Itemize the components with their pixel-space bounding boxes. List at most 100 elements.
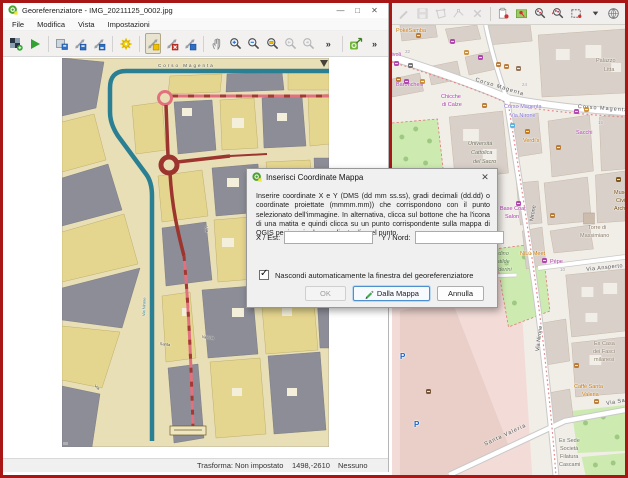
menu-vista[interactable]: Vista [78, 20, 95, 29]
open-raster-button[interactable] [8, 33, 24, 54]
qgis-logo-icon [252, 172, 262, 184]
window-title: Georeferenziatore - IMG_20211125_0002.jp… [22, 6, 173, 15]
load-gcp-points-button[interactable] [72, 33, 88, 54]
georeferencer-statusbar: Trasforma: Non impostato 1498,-2610 Ness… [3, 458, 388, 472]
caret-down-icon [589, 7, 602, 20]
extent-dropdown-button[interactable] [587, 5, 602, 23]
status-rotation: Nessuno [338, 461, 368, 470]
checkbox[interactable]: ✓ [259, 270, 269, 280]
qgis-main-toolbar [392, 3, 625, 25]
extent-select-button[interactable] [569, 5, 584, 23]
toolbar-separator [490, 7, 491, 21]
globe-icon [607, 7, 620, 20]
toolbar-separator [342, 36, 343, 52]
new-gcp-layer-button[interactable] [514, 5, 529, 23]
zoom-out-icon [247, 37, 261, 51]
close-icon[interactable]: ✕ [478, 172, 492, 183]
coordinate-fields: X / Est: Y / Nord: [256, 231, 494, 244]
trash-gray-icon [471, 7, 484, 20]
toolbar-separator [203, 36, 204, 52]
save-gcp-icon [92, 37, 106, 51]
load-gcp-icon [73, 37, 87, 51]
dialog-title: Inserisci Coordinate Mappa [266, 173, 363, 182]
georeferencer-titlebar[interactable]: Georeferenziatore - IMG_20211125_0002.jp… [3, 3, 388, 18]
zoom-out-button[interactable] [246, 33, 262, 54]
scan-artifact [63, 442, 68, 445]
georeferencer-toolbar: »» [3, 31, 388, 57]
screenshot-divider [389, 3, 392, 168]
gdal-script-button[interactable] [54, 33, 70, 54]
close-icon[interactable]: ✕ [366, 3, 383, 18]
zoom-in-icon [229, 37, 243, 51]
toolbar-overflow-2-button[interactable]: » [366, 33, 383, 54]
cancel-button[interactable]: Annulla [437, 286, 484, 301]
green-layer-icon [515, 7, 528, 20]
zoom-in-button[interactable] [228, 33, 244, 54]
toolbar-overflow-button[interactable]: » [320, 33, 337, 54]
zoom-points-icon [534, 7, 547, 20]
georeferencer-menubar: File Modifica Vista Impostazioni [3, 18, 388, 31]
script-icon [55, 37, 69, 51]
zoom-layer-icon [266, 37, 280, 51]
transformation-settings-button[interactable] [118, 33, 134, 54]
gear-icon [119, 37, 133, 51]
open-raster-icon [9, 37, 23, 51]
paste-gcp-button[interactable] [496, 5, 511, 23]
x-east-label: X / Est: [256, 233, 280, 242]
add-point-button[interactable] [145, 33, 161, 54]
delete-point-icon [165, 37, 179, 51]
paste-gcp-icon [497, 7, 510, 20]
move-point-button[interactable] [182, 33, 198, 54]
minimize-icon[interactable]: — [332, 3, 349, 18]
dialog-titlebar[interactable]: Inserisci Coordinate Mappa ✕ [247, 169, 497, 186]
screenshot-frame: PokéSambativoli32BaronchelliChicchedi Ca… [0, 0, 628, 478]
zoom-to-layer-button[interactable] [264, 33, 280, 54]
web-globe-button[interactable] [606, 5, 621, 23]
start-georeferencing-button[interactable] [26, 33, 42, 54]
status-coordinates: 1498,-2610 [292, 461, 330, 470]
add-point-icon [146, 37, 160, 51]
vertex-tool-button [451, 5, 466, 23]
menu-file[interactable]: File [12, 20, 24, 29]
y-north-label: Y / Nord: [381, 233, 410, 242]
delete-selected-button [469, 5, 484, 23]
pan-button[interactable] [209, 33, 225, 54]
georeferencer-link-button[interactable] [348, 33, 364, 54]
zoom-next-button [301, 33, 317, 54]
y-north-input[interactable] [415, 231, 504, 244]
vertex-gray-icon [452, 7, 465, 20]
pencil-icon [364, 289, 374, 299]
add-feature-button [433, 5, 448, 23]
from-map-button[interactable]: Dalla Mappa [353, 286, 430, 301]
zoom-points-alt-icon [552, 7, 565, 20]
maximize-icon[interactable]: □ [349, 3, 366, 18]
ok-button[interactable]: OK [305, 286, 346, 301]
pencil-gray-icon [397, 7, 410, 20]
save-gray-icon [416, 7, 429, 20]
menu-modifica[interactable]: Modifica [37, 20, 65, 29]
menu-impostazioni[interactable]: Impostazioni [108, 20, 150, 29]
zoom-last-icon [284, 37, 298, 51]
move-point-icon [183, 37, 197, 51]
hide-georeferencer-option[interactable]: ✓ Nascondi automaticamente la finestra d… [259, 270, 473, 280]
zoom-next-icon [302, 37, 316, 51]
x-east-input[interactable] [284, 231, 373, 244]
zoom-to-gcp-button[interactable] [532, 5, 547, 23]
delete-point-button[interactable] [163, 33, 179, 54]
toolbar-separator [112, 36, 113, 52]
insert-map-coordinates-dialog: Inserisci Coordinate Mappa ✕ Inserire co… [246, 168, 498, 308]
check-icon: ✓ [260, 268, 268, 279]
save-edits-button [414, 5, 429, 23]
qgis-logo-icon [8, 5, 18, 17]
save-gcp-points-button[interactable] [91, 33, 107, 54]
extent-red-icon [570, 7, 583, 20]
play-icon [28, 37, 42, 51]
checkbox-label: Nascondi automaticamente la finestra del… [275, 271, 473, 280]
zoom-to-gcp-alt-button[interactable] [551, 5, 566, 23]
zoom-last-button [283, 33, 299, 54]
toolbar-separator [48, 36, 49, 52]
status-transform: Trasforma: Non impostato [197, 461, 283, 470]
toggle-editing-button [396, 5, 411, 23]
toolbar-separator [139, 36, 140, 52]
qgis-link-icon [349, 37, 363, 51]
